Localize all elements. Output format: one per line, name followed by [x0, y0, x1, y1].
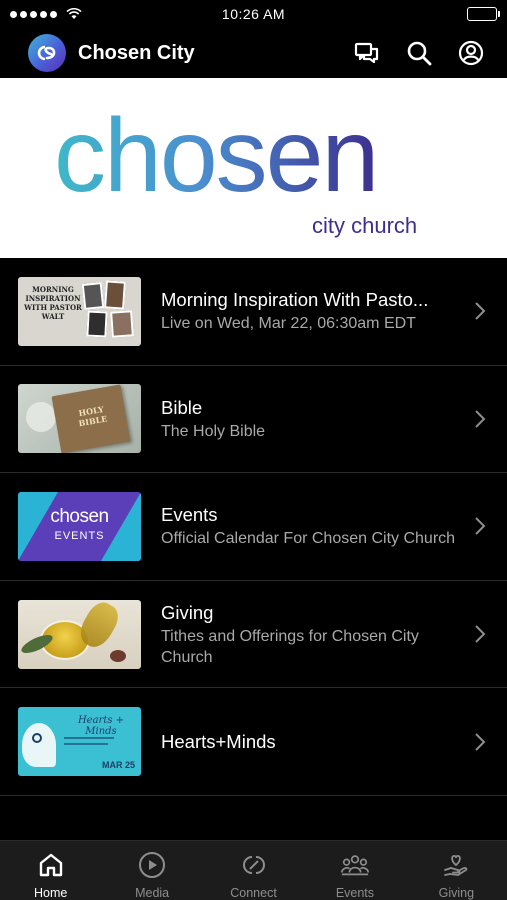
- search-icon[interactable]: [405, 39, 433, 67]
- people-icon: [340, 850, 370, 880]
- thumbnail-hearts-minds: Hearts + Minds MAR 25: [18, 707, 141, 777]
- item-title: Bible: [161, 396, 203, 418]
- chevron-right-icon: [475, 410, 486, 428]
- status-time: 10:26 AM: [221, 6, 286, 22]
- item-subtitle: The Holy Bible: [161, 422, 266, 440]
- account-icon[interactable]: [457, 39, 485, 67]
- item-title: Hearts+Minds: [161, 730, 276, 752]
- tab-events[interactable]: Events: [304, 841, 405, 900]
- tab-label: Connect: [230, 886, 277, 900]
- item-title: Morning Inspiration With Pasto...: [161, 289, 429, 311]
- thumbnail-subtext: MAR 25: [101, 760, 135, 771]
- thumbnail-giving: [18, 599, 141, 669]
- chevron-right-icon: [475, 517, 486, 536]
- thumbnail-bible: HOLY BIBLE: [18, 384, 141, 454]
- tab-label: Home: [34, 886, 68, 900]
- logo-word: chosen: [54, 98, 377, 214]
- thumbnail-text: Hearts + Minds: [77, 715, 125, 738]
- messages-icon[interactable]: [353, 39, 381, 67]
- app-title: Chosen City: [78, 41, 195, 64]
- chevron-right-icon: [475, 732, 486, 751]
- chosen-logo-icon: [37, 45, 56, 61]
- tab-connect[interactable]: Connect: [203, 841, 304, 900]
- status-bar: 10:26 AM: [0, 0, 507, 28]
- tab-label: Giving: [438, 886, 475, 900]
- chevron-right-icon: [475, 302, 486, 321]
- heart-hand-icon: [441, 850, 471, 880]
- connect-icon: [239, 850, 269, 880]
- list-item-events[interactable]: chosen EVENTS Events Official Calendar F…: [0, 473, 507, 581]
- item-subtitle: Live on Wed, Mar 22, 06:30am EDT: [161, 315, 416, 333]
- logo-tagline: city church: [312, 213, 417, 238]
- item-subtitle: Tithes and Offerings for Chosen City Chu…: [161, 627, 419, 666]
- content-list: MORNING INSPIRATION WITH PASTOR WALT Mor…: [0, 258, 507, 796]
- thumbnail-subtext: EVENTS: [54, 529, 105, 542]
- home-icon: [36, 850, 66, 880]
- chosen-city-church-logo: chosen city church: [54, 98, 417, 238]
- app-logo: [28, 34, 66, 72]
- item-subtitle: Official Calendar For Chosen City Church: [161, 530, 456, 548]
- thumbnail-text: chosen: [50, 505, 109, 527]
- battery-icon: [467, 7, 500, 21]
- list-item-hearts-minds[interactable]: Hearts + Minds MAR 25 Hearts+Minds: [0, 688, 507, 796]
- thumbnail-events: chosen EVENTS: [18, 491, 141, 561]
- tab-giving[interactable]: Giving: [406, 841, 507, 900]
- thumbnail-text: MORNING INSPIRATION WITH PASTOR WALT: [24, 284, 82, 321]
- tab-label: Media: [135, 886, 170, 900]
- play-circle-icon: [137, 850, 167, 880]
- tab-bar: Home Media Connect Events Giving: [0, 840, 507, 900]
- item-title: Giving: [161, 601, 214, 623]
- thumbnail-morning-inspiration: MORNING INSPIRATION WITH PASTOR WALT: [18, 276, 141, 346]
- tab-label: Events: [335, 886, 375, 900]
- list-item-giving[interactable]: Giving Tithes and Offerings for Chosen C…: [0, 581, 507, 689]
- list-item-morning-inspiration[interactable]: MORNING INSPIRATION WITH PASTOR WALT Mor…: [0, 258, 507, 366]
- list-item-bible[interactable]: HOLY BIBLE Bible The Holy Bible: [0, 366, 507, 474]
- tab-media[interactable]: Media: [101, 841, 202, 900]
- item-title: Events: [161, 504, 218, 526]
- church-banner: chosen city church: [0, 78, 507, 258]
- tab-home[interactable]: Home: [0, 841, 101, 900]
- app-header: Chosen City: [0, 28, 507, 78]
- chevron-right-icon: [475, 625, 486, 643]
